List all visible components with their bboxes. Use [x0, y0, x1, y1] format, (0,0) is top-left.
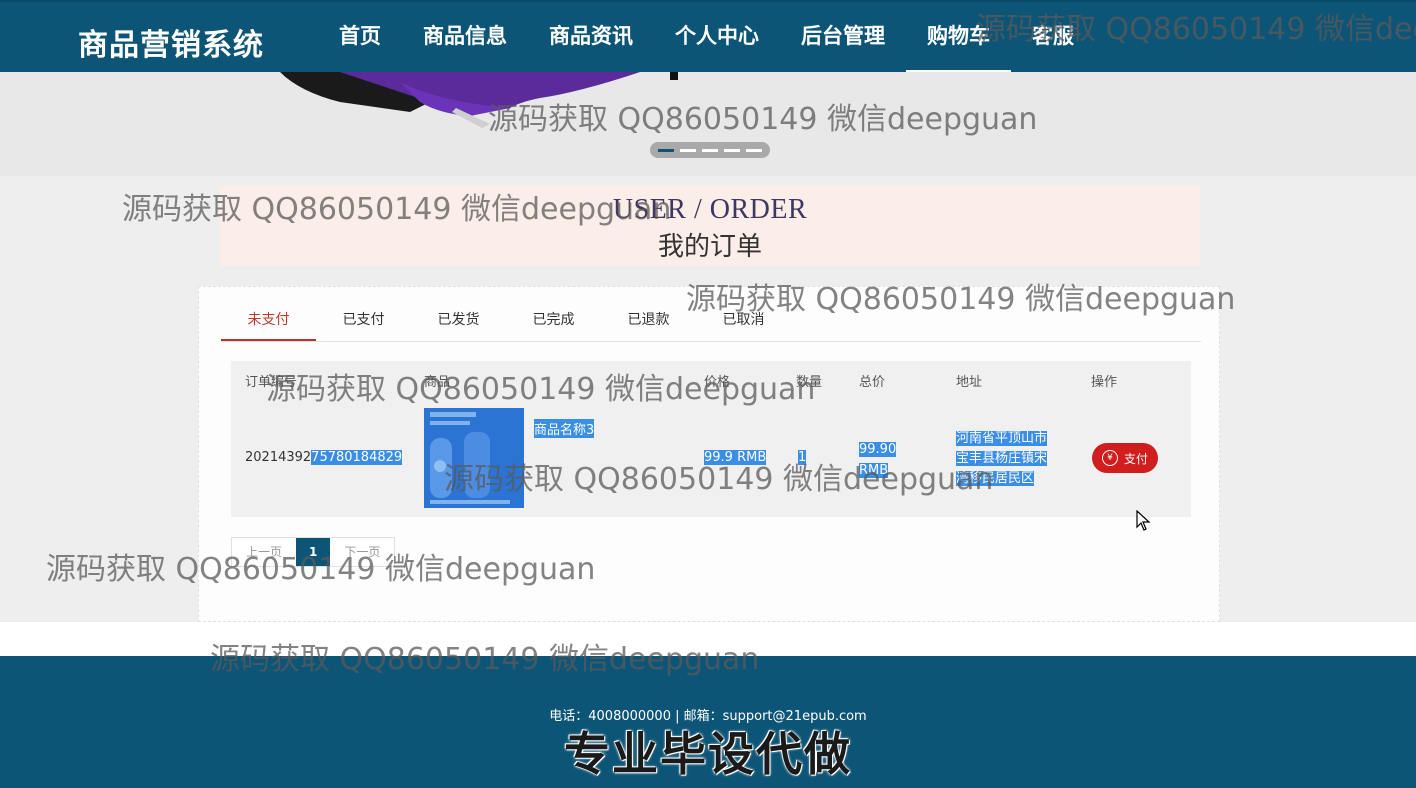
- product-name[interactable]: 商品名称3: [534, 419, 595, 438]
- product-image: [424, 408, 524, 508]
- pagination: 上一页 1 下一页: [231, 537, 396, 567]
- carousel-dot[interactable]: [680, 148, 696, 152]
- carousel-dot[interactable]: [724, 148, 740, 152]
- tab-unpaid[interactable]: 未支付: [221, 303, 316, 341]
- pay-button-label: 支付: [1123, 451, 1148, 466]
- nav-product-info[interactable]: 商品信息: [402, 2, 528, 72]
- col-product: 商品: [424, 375, 451, 390]
- tab-shipped[interactable]: 已发货: [411, 303, 506, 341]
- col-action: 操作: [1091, 375, 1118, 390]
- site-footer: 电话：4008000000 | 邮箱：support@21epub.com 专业…: [0, 656, 1416, 788]
- nav-product-news[interactable]: 商品资讯: [528, 2, 654, 72]
- order-address: 河南省平顶山市 宝丰县杨庄镇宋 湾移民居民区: [956, 431, 1048, 486]
- site-logo[interactable]: 商品营销系统: [78, 20, 264, 64]
- col-order-id: 订单编号: [245, 375, 298, 390]
- section-title-cn: 我的订单: [657, 232, 762, 261]
- col-quantity: 数量: [796, 375, 823, 390]
- carousel-dot[interactable]: [746, 148, 762, 152]
- main-nav: 首页 商品信息 商品资讯 个人中心 后台管理 购物车 客服: [318, 2, 1095, 73]
- yen-icon: ¥: [1101, 450, 1118, 466]
- tab-refunded[interactable]: 已退款: [601, 303, 696, 341]
- order-status-tabs: 未支付 已支付 已发货 已完成 已退款 已取消: [221, 303, 1201, 342]
- order-total: 99.90 RMB: [859, 442, 897, 478]
- tab-completed[interactable]: 已完成: [506, 303, 601, 341]
- footer-gap: [0, 622, 1416, 656]
- tab-cancelled[interactable]: 已取消: [696, 303, 791, 341]
- pay-button[interactable]: ¥ 支付: [1092, 443, 1158, 473]
- shoe-image: [220, 72, 678, 128]
- next-page-button[interactable]: 下一页: [330, 538, 395, 566]
- prev-page-button[interactable]: 上一页: [232, 538, 297, 566]
- mouse-cursor-icon: [1136, 510, 1151, 531]
- carousel-dot[interactable]: [702, 148, 718, 152]
- nav-service[interactable]: 客服: [1011, 2, 1095, 72]
- page-1-button[interactable]: 1: [296, 538, 331, 566]
- product-quantity: 1: [798, 450, 807, 465]
- product-thumbnail[interactable]: [424, 408, 524, 508]
- product-price: 99.9 RMB: [704, 450, 767, 465]
- banner-carousel[interactable]: [0, 72, 1416, 176]
- col-address: 地址: [956, 375, 983, 390]
- section-title: USER / ORDER 我的订单: [220, 186, 1200, 266]
- promo-overlay: 专业毕设代做: [564, 727, 852, 781]
- nav-user-center[interactable]: 个人中心: [654, 2, 780, 72]
- carousel-indicator[interactable]: [650, 142, 770, 158]
- carousel-dot[interactable]: [658, 148, 674, 152]
- nav-cart[interactable]: 购物车: [906, 2, 1011, 73]
- tab-paid[interactable]: 已支付: [316, 303, 411, 341]
- order-panel: 未支付 已支付 已发货 已完成 已退款 已取消 订单编号 商品 价格 数量 总价…: [198, 286, 1220, 622]
- nav-admin[interactable]: 后台管理: [780, 2, 906, 72]
- order-table: 订单编号 商品 价格 数量 总价 地址 操作 20214392757801848…: [231, 361, 1191, 517]
- col-total: 总价: [859, 375, 886, 390]
- col-price: 价格: [704, 375, 731, 390]
- section-title-en: USER / ORDER: [612, 194, 808, 225]
- top-header: 商品营销系统 首页 商品信息 商品资讯 个人中心 后台管理 购物车 客服: [0, 0, 1416, 73]
- order-id: 2021439275780184829: [245, 450, 403, 465]
- nav-home[interactable]: 首页: [318, 2, 402, 72]
